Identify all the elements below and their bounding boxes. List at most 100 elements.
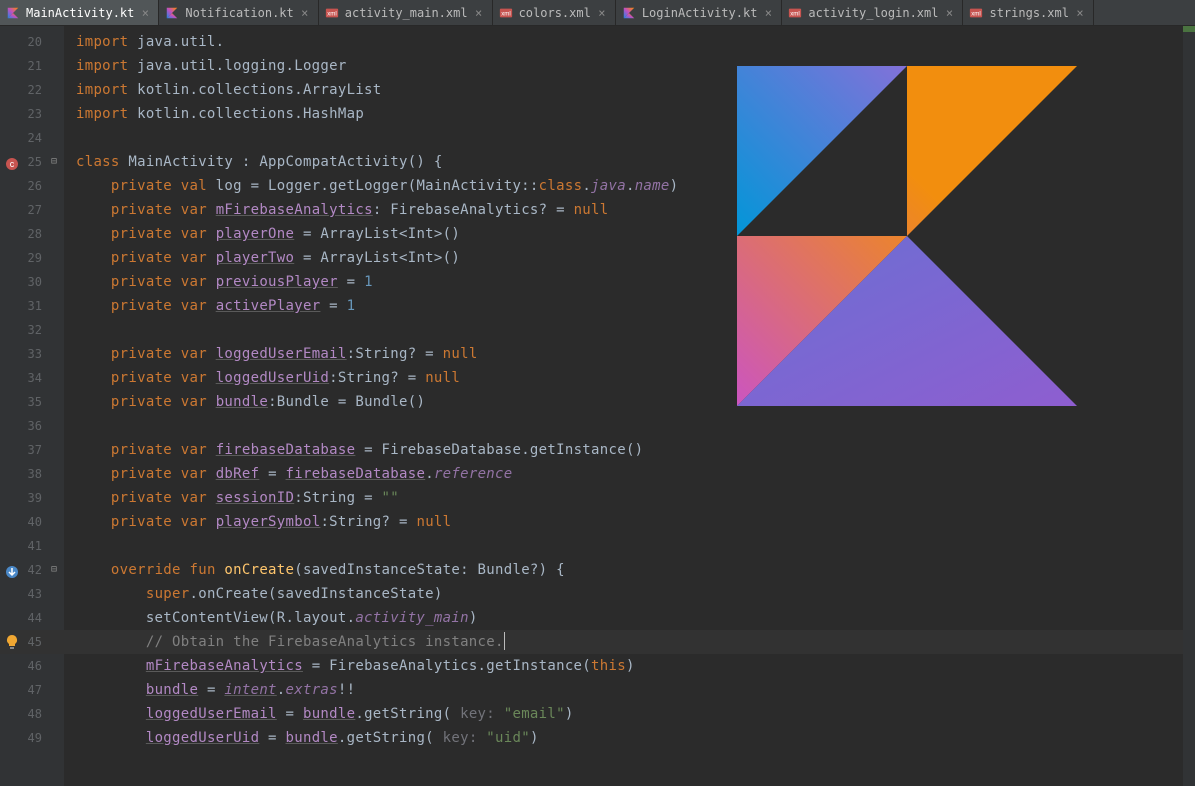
line-number[interactable]: 26 xyxy=(0,174,64,198)
line-number[interactable]: 31 xyxy=(0,294,64,318)
editor-tab[interactable]: Notification.kt× xyxy=(159,0,318,25)
fold-handle[interactable] xyxy=(48,582,60,606)
fold-handle[interactable] xyxy=(48,702,60,726)
code-line[interactable]: private var playerSymbol:String? = null xyxy=(64,510,1183,534)
line-number[interactable]: 32 xyxy=(0,318,64,342)
editor-tabs-bar: MainActivity.kt×Notification.kt×xmlactiv… xyxy=(0,0,1195,26)
line-number[interactable]: 40 xyxy=(0,510,64,534)
code-line[interactable] xyxy=(64,534,1183,558)
fold-handle[interactable] xyxy=(48,366,60,390)
line-number[interactable]: 44 xyxy=(0,606,64,630)
fold-handle[interactable] xyxy=(48,486,60,510)
line-number[interactable]: 46 xyxy=(0,654,64,678)
code-line[interactable]: private var firebaseDatabase = FirebaseD… xyxy=(64,438,1183,462)
kotlin-file-icon xyxy=(6,6,20,20)
editor-tab[interactable]: xmlstrings.xml× xyxy=(963,0,1093,25)
tab-label: strings.xml xyxy=(989,6,1068,20)
fold-handle[interactable] xyxy=(48,126,60,150)
close-icon[interactable]: × xyxy=(944,6,954,20)
fold-handle[interactable] xyxy=(48,294,60,318)
fold-handle[interactable] xyxy=(48,438,60,462)
fold-handle[interactable] xyxy=(48,246,60,270)
line-number[interactable]: 23 xyxy=(0,102,64,126)
close-icon[interactable]: × xyxy=(763,6,773,20)
kotlin-file-icon xyxy=(165,6,179,20)
editor-tab[interactable]: xmlactivity_main.xml× xyxy=(319,0,493,25)
code-line[interactable]: super.onCreate(savedInstanceState) xyxy=(64,582,1183,606)
code-line[interactable] xyxy=(64,414,1183,438)
line-number[interactable]: 39 xyxy=(0,486,64,510)
svg-text:c: c xyxy=(10,159,15,169)
line-number[interactable]: 45 xyxy=(0,630,64,654)
fold-handle[interactable] xyxy=(48,726,60,750)
close-icon[interactable]: × xyxy=(474,6,484,20)
close-icon[interactable]: × xyxy=(1075,6,1085,20)
fold-handle[interactable] xyxy=(48,30,60,54)
code-line[interactable]: private var dbRef = firebaseDatabase.ref… xyxy=(64,462,1183,486)
line-number[interactable]: 37 xyxy=(0,438,64,462)
close-icon[interactable]: × xyxy=(300,6,310,20)
line-number[interactable]: 48 xyxy=(0,702,64,726)
line-number[interactable]: 20 xyxy=(0,30,64,54)
line-number[interactable]: 28 xyxy=(0,222,64,246)
line-number[interactable]: 33 xyxy=(0,342,64,366)
line-number[interactable]: 25⊟c xyxy=(0,150,64,174)
close-icon[interactable]: × xyxy=(597,6,607,20)
line-number-gutter[interactable]: 202122232425⊟c26272829303132333435363738… xyxy=(0,26,64,786)
inspection-indicator xyxy=(1183,26,1195,32)
line-number[interactable]: 47 xyxy=(0,678,64,702)
error-stripe[interactable] xyxy=(1183,26,1195,786)
line-number[interactable]: 43 xyxy=(0,582,64,606)
fold-handle[interactable] xyxy=(48,534,60,558)
fold-handle[interactable] xyxy=(48,342,60,366)
line-number[interactable]: 42⊟ xyxy=(0,558,64,582)
code-line[interactable]: loggedUserEmail = bundle.getString( key:… xyxy=(64,702,1183,726)
fold-handle[interactable] xyxy=(48,222,60,246)
code-line[interactable]: override fun onCreate(savedInstanceState… xyxy=(64,558,1183,582)
line-number[interactable]: 35 xyxy=(0,390,64,414)
line-number[interactable]: 36 xyxy=(0,414,64,438)
fold-handle[interactable]: ⊟ xyxy=(48,558,60,582)
editor-tab[interactable]: xmlactivity_login.xml× xyxy=(782,0,963,25)
line-number[interactable]: 41 xyxy=(0,534,64,558)
line-number[interactable]: 38 xyxy=(0,462,64,486)
fold-handle[interactable] xyxy=(48,102,60,126)
fold-handle[interactable] xyxy=(48,174,60,198)
code-line[interactable]: private var sessionID:String = "" xyxy=(64,486,1183,510)
fold-handle[interactable] xyxy=(48,78,60,102)
fold-handle[interactable] xyxy=(48,198,60,222)
editor-tab[interactable]: LoginActivity.kt× xyxy=(616,0,783,25)
tab-label: activity_login.xml xyxy=(808,6,938,20)
fold-handle[interactable] xyxy=(48,630,60,654)
close-icon[interactable]: × xyxy=(140,6,150,20)
editor-tab[interactable]: MainActivity.kt× xyxy=(0,0,159,25)
line-number[interactable]: 21 xyxy=(0,54,64,78)
override-gutter-icon xyxy=(4,558,20,582)
fold-handle[interactable]: ⊟ xyxy=(48,150,60,174)
fold-handle[interactable] xyxy=(48,678,60,702)
fold-handle[interactable] xyxy=(48,390,60,414)
code-line[interactable]: bundle = intent.extras!! xyxy=(64,678,1183,702)
editor-tab[interactable]: xmlcolors.xml× xyxy=(493,0,616,25)
line-number[interactable]: 29 xyxy=(0,246,64,270)
code-line[interactable]: import java.util. xyxy=(64,30,1183,54)
line-number[interactable]: 49 xyxy=(0,726,64,750)
fold-handle[interactable] xyxy=(48,318,60,342)
line-number[interactable]: 34 xyxy=(0,366,64,390)
fold-handle[interactable] xyxy=(48,414,60,438)
code-line[interactable]: mFirebaseAnalytics = FirebaseAnalytics.g… xyxy=(64,654,1183,678)
fold-handle[interactable] xyxy=(48,462,60,486)
code-line[interactable]: setContentView(R.layout.activity_main) xyxy=(64,606,1183,630)
code-text-area[interactable]: import java.util.import java.util.loggin… xyxy=(64,26,1183,786)
fold-handle[interactable] xyxy=(48,270,60,294)
line-number[interactable]: 27 xyxy=(0,198,64,222)
fold-handle[interactable] xyxy=(48,606,60,630)
line-number[interactable]: 24 xyxy=(0,126,64,150)
code-line[interactable]: // Obtain the FirebaseAnalytics instance… xyxy=(64,630,1183,654)
fold-handle[interactable] xyxy=(48,510,60,534)
fold-handle[interactable] xyxy=(48,654,60,678)
code-line[interactable]: loggedUserUid = bundle.getString( key: "… xyxy=(64,726,1183,750)
line-number[interactable]: 22 xyxy=(0,78,64,102)
line-number[interactable]: 30 xyxy=(0,270,64,294)
fold-handle[interactable] xyxy=(48,54,60,78)
